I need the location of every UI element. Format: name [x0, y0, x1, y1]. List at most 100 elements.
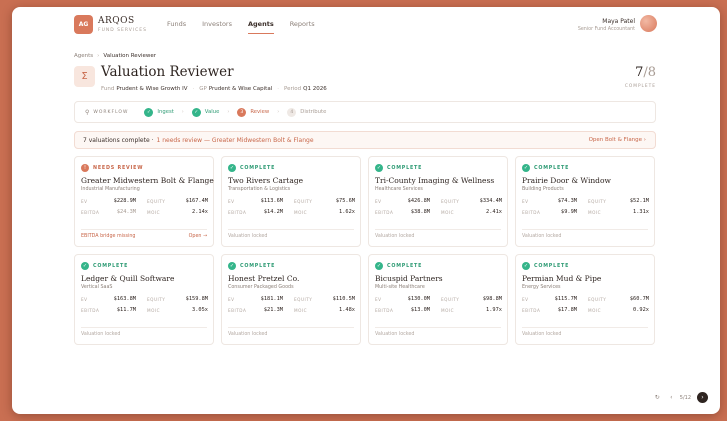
fund-value: Prudent & Wise Growth IV	[116, 86, 188, 92]
equity-label: EQUITY	[588, 199, 607, 204]
moic-label: MOIC	[441, 210, 455, 215]
breadcrumb-current: Valuation Reviewer	[103, 53, 157, 59]
metric-row: EBITDA $21.3M MOIC 1.48x	[228, 307, 355, 315]
step-distribute[interactable]: 4 Distribute	[287, 107, 327, 117]
nav-reports[interactable]: Reports	[290, 20, 315, 31]
valuation-card[interactable]: ✓ COMPLETE Prairie Door & Window Building P…	[515, 156, 655, 247]
moic-label: MOIC	[294, 308, 308, 313]
open-flagged-link[interactable]: Open Bolt & Flange ›	[589, 137, 646, 143]
status-badge: ✓ COMPLETE	[522, 262, 569, 270]
ebitda-value: $14.2M	[263, 209, 283, 215]
status-badge: ✓ COMPLETE	[522, 164, 569, 172]
status-badge: ✓ COMPLETE	[375, 262, 422, 270]
next-page-button[interactable]: ›	[697, 392, 708, 403]
card-footnote: Valuation locked	[81, 332, 121, 337]
meta-divider: ·	[192, 86, 195, 92]
equity-value: $159.8M	[185, 296, 208, 302]
refresh-icon[interactable]: ↻	[652, 392, 663, 403]
card-footnote: Valuation locked	[375, 234, 415, 239]
ebitda-value: $21.3M	[263, 307, 283, 313]
step-review[interactable]: 3 Review	[237, 107, 270, 117]
equity-label: EQUITY	[294, 297, 313, 302]
valuation-card[interactable]: ✓ COMPLETE Two Rivers Cartage Transportatio…	[221, 156, 361, 247]
metric-row: EV $74.3M EQUITY $52.1M	[522, 198, 649, 206]
card-footnote: Valuation locked	[522, 234, 562, 239]
metric-row: EV $426.8M EQUITY $334.4M	[375, 198, 502, 206]
valuation-card[interactable]: ✓ COMPLETE Ledger & Quill Software Vertical…	[74, 254, 214, 345]
ev-label: EV	[81, 199, 88, 204]
main-nav: Funds Investors Agents Reports	[167, 20, 331, 34]
valuation-card[interactable]: ✓ COMPLETE Honest Pretzel Co. Consumer Pack…	[221, 254, 361, 345]
status-badge: ✓ COMPLETE	[228, 164, 275, 172]
brand-subtitle: FUND SERVICES	[98, 28, 147, 33]
equity-value: $60.7M	[629, 296, 649, 302]
step-value[interactable]: ✓ Value	[191, 107, 220, 117]
company-sector: Healthcare Services	[375, 187, 423, 192]
step-label: Distribute	[300, 109, 327, 115]
check-icon: ✓	[522, 164, 530, 172]
equity-value: $52.1M	[629, 198, 649, 204]
status-text: NEEDS REVIEW	[93, 165, 144, 171]
valuation-card[interactable]: ✓ COMPLETE Bicuspid Partners Multi-site Hea…	[368, 254, 508, 345]
count-total: /8	[643, 65, 656, 80]
check-icon: ✓	[144, 107, 154, 117]
status-text: COMPLETE	[240, 165, 276, 171]
ev-label: EV	[522, 297, 529, 302]
avatar[interactable]	[640, 15, 657, 32]
breadcrumb-separator: ›	[97, 53, 100, 59]
ev-value: $228.9M	[113, 198, 136, 204]
valuation-card[interactable]: ✓ COMPLETE Permian Mud & Pipe Energy Servic…	[515, 254, 655, 345]
period-label: Period	[283, 86, 302, 92]
company-sector: Consumer Packaged Goods	[228, 285, 294, 290]
company-name: Bicuspid Partners	[375, 274, 443, 283]
moic-label: MOIC	[588, 210, 602, 215]
equity-label: EQUITY	[441, 199, 460, 204]
workflow-label: WORKFLOW	[93, 109, 129, 115]
nav-funds[interactable]: Funds	[167, 20, 186, 31]
metric-row: EBITDA $11.7M MOIC 3.05x	[81, 307, 208, 315]
status-badge: ! NEEDS REVIEW	[81, 164, 143, 172]
step-ingest[interactable]: ✓ Ingest	[144, 107, 174, 117]
equity-label: EQUITY	[147, 199, 166, 204]
moic-value: 1.62x	[339, 209, 355, 215]
nav-investors[interactable]: Investors	[202, 20, 232, 31]
check-icon: ✓	[375, 262, 383, 270]
equity-value: $167.4M	[185, 198, 208, 204]
equity-label: EQUITY	[588, 297, 607, 302]
step-label: Review	[250, 109, 270, 115]
ebitda-value: $17.8M	[557, 307, 577, 313]
equity-label: EQUITY	[294, 199, 313, 204]
equity-value: $98.8M	[482, 296, 502, 302]
card-divider	[375, 327, 501, 328]
ev-value: $426.8M	[407, 198, 430, 204]
valuation-card[interactable]: ✓ COMPLETE Tri-County Imaging & Wellness He…	[368, 156, 508, 247]
completion-count: 7/8	[635, 65, 656, 80]
moic-label: MOIC	[441, 308, 455, 313]
status-badge: ✓ COMPLETE	[375, 164, 422, 172]
brand-logo[interactable]: AG	[74, 15, 93, 34]
ebitda-label: EBITDA	[375, 308, 394, 313]
card-divider	[228, 229, 354, 230]
ebitda-label: EBITDA	[81, 308, 100, 313]
card-divider	[375, 229, 501, 230]
moic-value: 1.97x	[486, 307, 502, 313]
breadcrumb-agents[interactable]: Agents	[74, 53, 93, 59]
user-role: Senior Fund Accountant	[577, 27, 635, 32]
company-name: Greater Midwestern Bolt & Flange	[81, 176, 214, 185]
metric-row: EBITDA $17.8M MOIC 0.92x	[522, 307, 649, 315]
card-footnote: EBITDA bridge missing	[81, 234, 136, 239]
ebitda-label: EBITDA	[228, 210, 247, 215]
ev-label: EV	[228, 297, 235, 302]
open-card-link[interactable]: Open →	[189, 234, 207, 239]
step-number: 4	[287, 107, 297, 117]
ebitda-label: EBITDA	[81, 210, 100, 215]
step-label: Value	[204, 109, 220, 115]
card-divider	[522, 327, 648, 328]
prev-page-button[interactable]: ‹	[666, 392, 677, 403]
valuation-card[interactable]: ! NEEDS REVIEW Greater Midwestern Bolt & F…	[74, 156, 214, 247]
alert-icon: !	[81, 164, 89, 172]
check-icon: ✓	[81, 262, 89, 270]
ebitda-value: $24.3M	[116, 209, 136, 215]
nav-agents[interactable]: Agents	[248, 20, 274, 34]
status-text: COMPLETE	[93, 263, 129, 269]
